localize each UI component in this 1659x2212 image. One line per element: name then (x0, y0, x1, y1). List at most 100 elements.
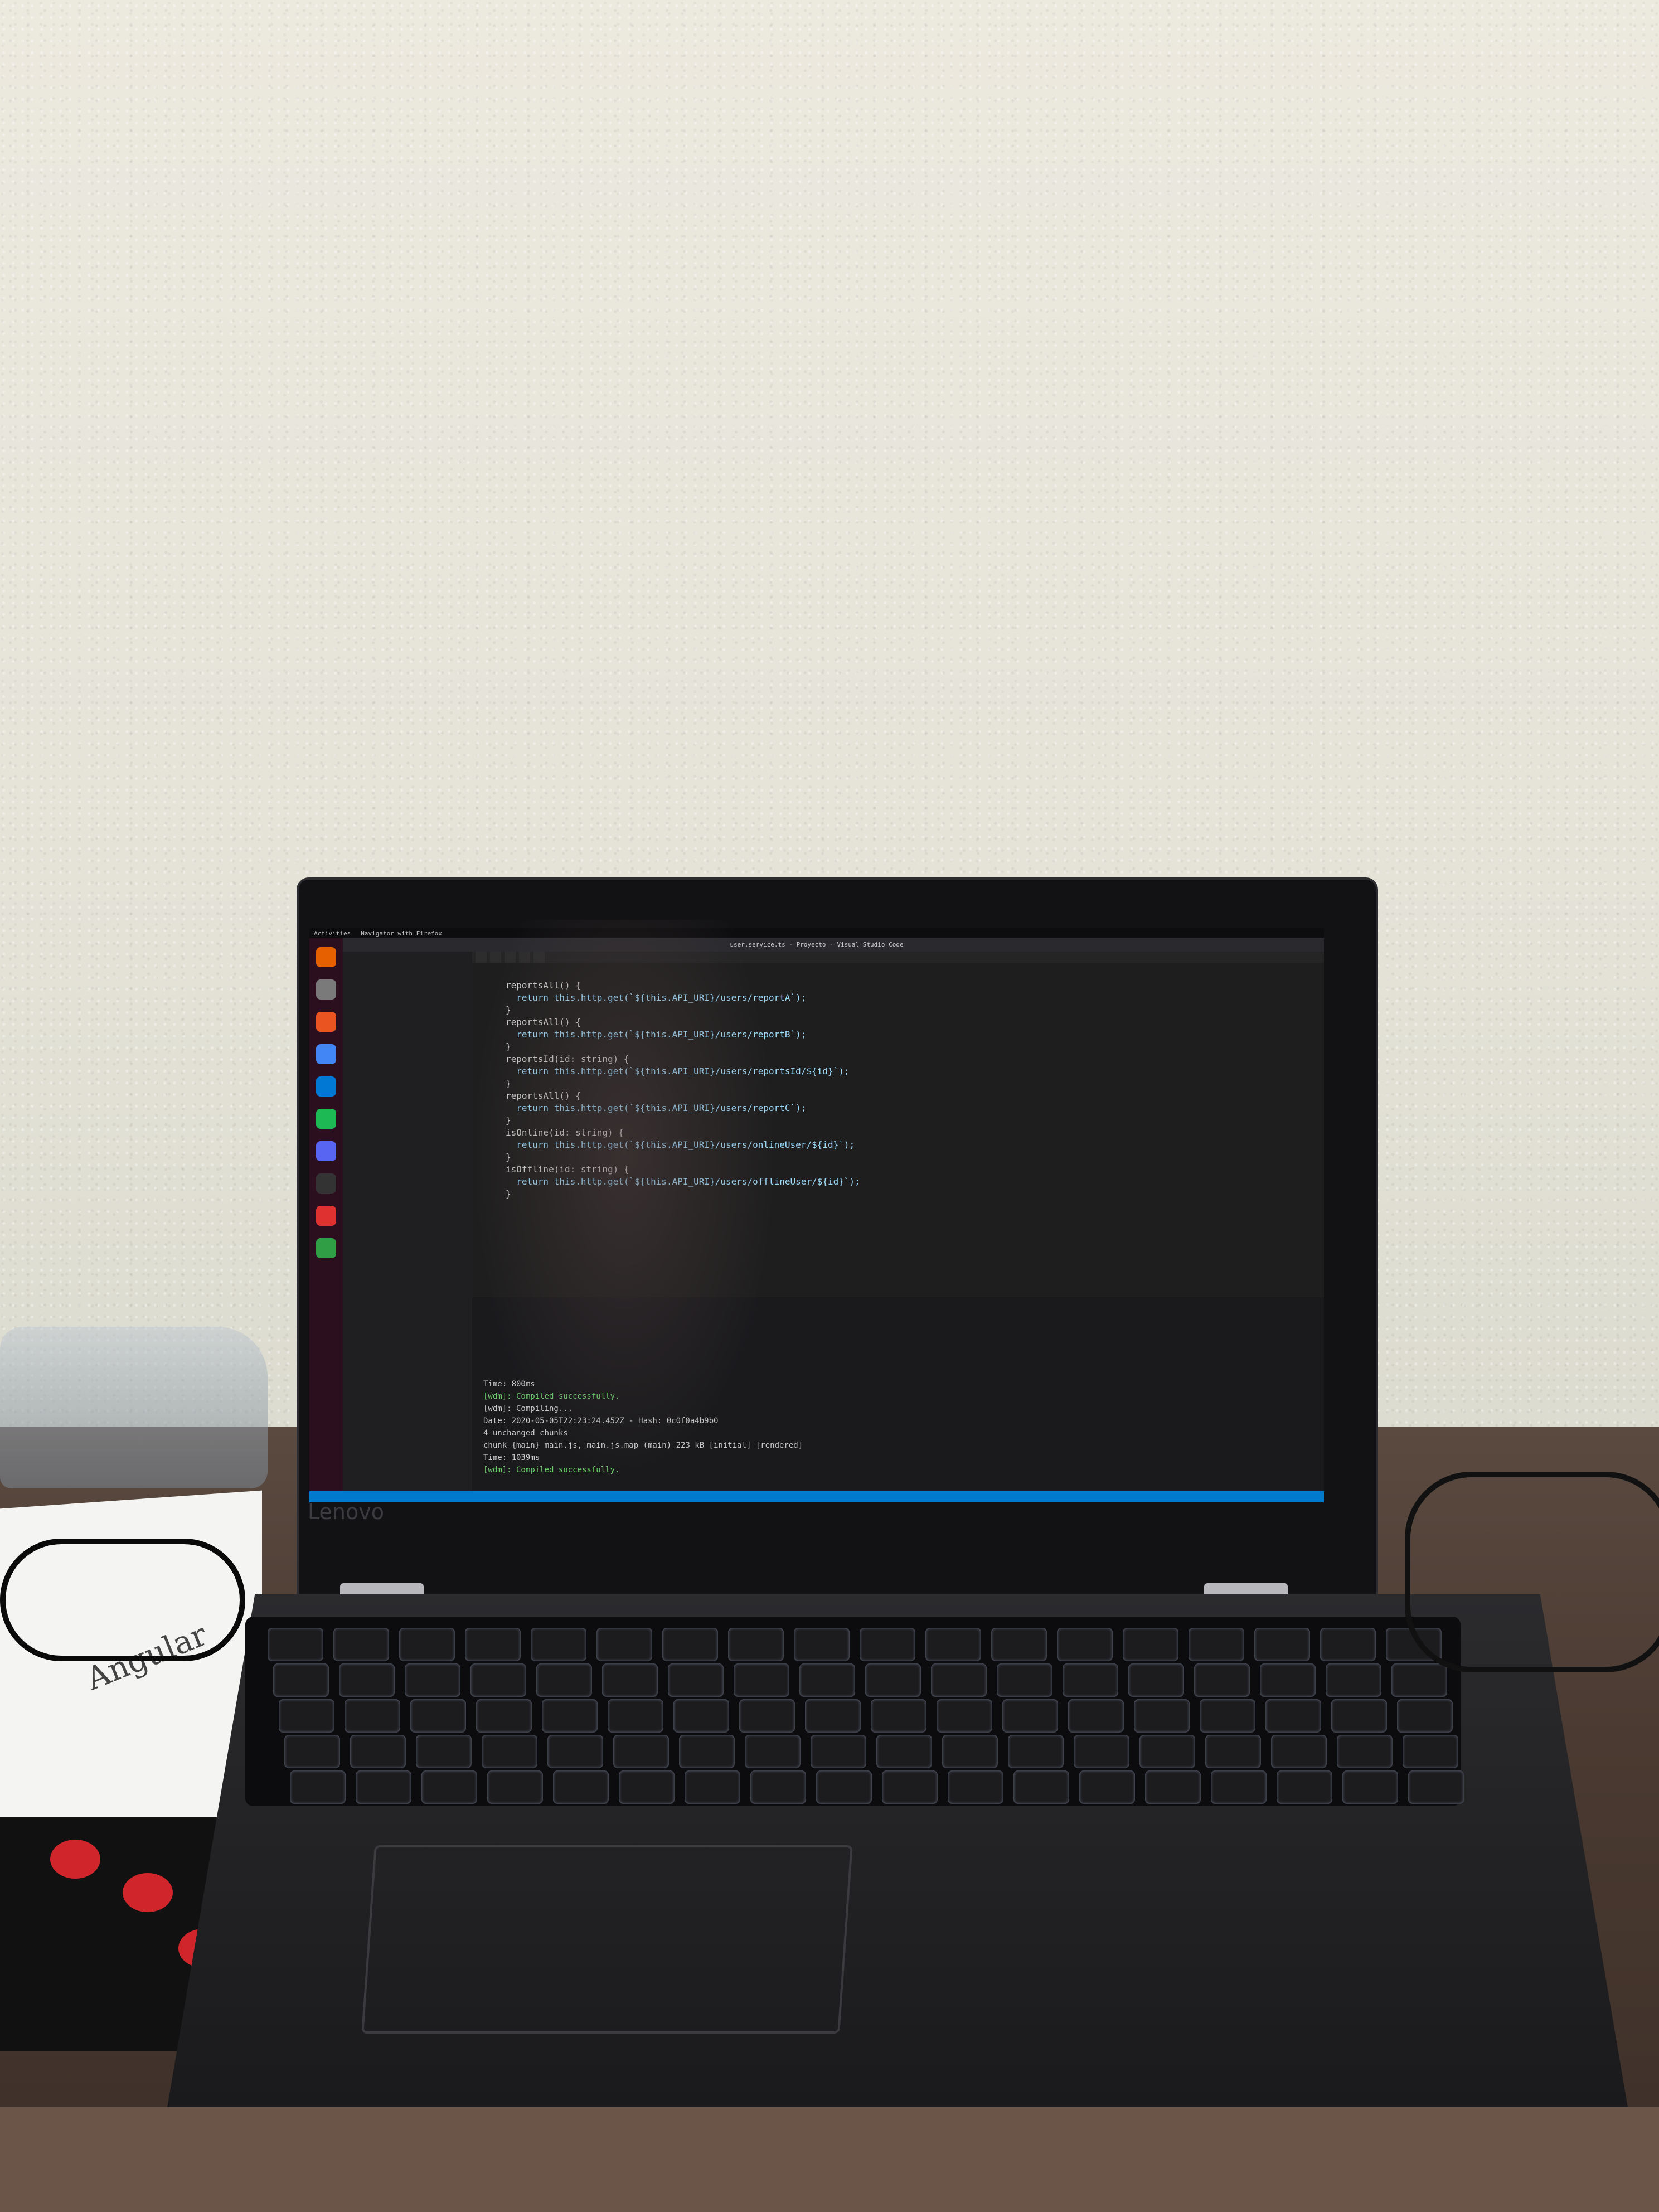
keyboard-key[interactable] (876, 1735, 932, 1768)
keyboard-key[interactable] (476, 1699, 532, 1733)
keyboard-key[interactable] (1139, 1735, 1195, 1768)
keyboard-key[interactable] (811, 1735, 866, 1768)
keyboard-key[interactable] (860, 1628, 915, 1661)
keyboard-key[interactable] (465, 1628, 521, 1661)
keyboard-key[interactable] (399, 1628, 455, 1661)
keyboard-key[interactable] (799, 1663, 855, 1697)
firefox-icon[interactable] (316, 947, 336, 967)
keyboard-key[interactable] (608, 1699, 663, 1733)
keyboard-key[interactable] (728, 1628, 784, 1661)
keyboard-key[interactable] (290, 1770, 346, 1804)
keyboard-key[interactable] (1145, 1770, 1201, 1804)
keyboard-key[interactable] (273, 1663, 329, 1697)
keyboard-key[interactable] (1331, 1699, 1387, 1733)
keyboard-key[interactable] (1342, 1770, 1398, 1804)
keyboard-key[interactable] (679, 1735, 735, 1768)
keyboard-key[interactable] (1200, 1699, 1255, 1733)
keyboard-key[interactable] (816, 1770, 872, 1804)
keyboard-key[interactable] (350, 1735, 406, 1768)
keyboard-key[interactable] (805, 1699, 861, 1733)
keyboard-key[interactable] (1194, 1663, 1250, 1697)
keyboard-key[interactable] (1057, 1628, 1113, 1661)
keyboard-key[interactable] (1128, 1663, 1184, 1697)
keyboard-key[interactable] (339, 1663, 395, 1697)
keyboard-key[interactable] (410, 1699, 466, 1733)
keyboard-key[interactable] (1408, 1770, 1464, 1804)
db-tool-icon[interactable] (316, 1238, 336, 1258)
keyboard-key[interactable] (542, 1699, 598, 1733)
keyboard-key[interactable] (345, 1699, 400, 1733)
keyboard-key[interactable] (794, 1628, 850, 1661)
keyboard-key[interactable] (619, 1770, 675, 1804)
keyboard-key[interactable] (925, 1628, 981, 1661)
software-center-icon[interactable] (316, 1012, 336, 1032)
keyboard-key[interactable] (1211, 1770, 1267, 1804)
keyboard-key[interactable] (602, 1663, 658, 1697)
keyboard-key[interactable] (421, 1770, 477, 1804)
keyboard-key[interactable] (1265, 1699, 1321, 1733)
keyboard-key[interactable] (1002, 1699, 1058, 1733)
keyboard-key[interactable] (333, 1628, 389, 1661)
keyboard-key[interactable] (882, 1770, 938, 1804)
keyboard-key[interactable] (416, 1735, 472, 1768)
keyboard-key[interactable] (1079, 1770, 1135, 1804)
keyboard-key[interactable] (536, 1663, 592, 1697)
terminal-icon[interactable] (316, 1173, 336, 1194)
keyboard-key[interactable] (668, 1663, 724, 1697)
keyboard-key[interactable] (942, 1735, 998, 1768)
files-icon[interactable] (316, 979, 336, 1000)
keyboard-key[interactable] (734, 1663, 789, 1697)
keyboard-key[interactable] (1320, 1628, 1376, 1661)
postman-icon[interactable] (316, 1206, 336, 1226)
keyboard-key[interactable] (356, 1770, 411, 1804)
keyboard-key[interactable] (991, 1628, 1047, 1661)
keyboard-key[interactable] (745, 1735, 801, 1768)
keyboard-key[interactable] (1008, 1735, 1064, 1768)
keyboard[interactable] (245, 1617, 1464, 1806)
keyboard-key[interactable] (1260, 1663, 1316, 1697)
keyboard-key[interactable] (596, 1628, 652, 1661)
keyboard-key[interactable] (1397, 1699, 1453, 1733)
keyboard-key[interactable] (482, 1735, 537, 1768)
chat-icon[interactable] (316, 1141, 336, 1161)
keyboard-key[interactable] (1123, 1628, 1178, 1661)
chrome-icon[interactable] (316, 1044, 336, 1064)
keyboard-key[interactable] (531, 1628, 586, 1661)
keyboard-key[interactable] (865, 1663, 921, 1697)
keyboard-key[interactable] (613, 1735, 669, 1768)
keyboard-key[interactable] (284, 1735, 340, 1768)
keyboard-key[interactable] (1277, 1770, 1332, 1804)
keyboard-key[interactable] (1391, 1663, 1447, 1697)
keyboard-key[interactable] (1337, 1735, 1393, 1768)
keyboard-key[interactable] (470, 1663, 526, 1697)
keyboard-key[interactable] (750, 1770, 806, 1804)
touchpad[interactable] (361, 1845, 853, 2034)
keyboard-key[interactable] (1074, 1735, 1129, 1768)
keyboard-key[interactable] (1068, 1699, 1124, 1733)
activities-label[interactable]: Activities (314, 930, 351, 937)
keyboard-key[interactable] (1013, 1770, 1069, 1804)
keyboard-key[interactable] (1254, 1628, 1310, 1661)
keyboard-key[interactable] (547, 1735, 603, 1768)
keyboard-key[interactable] (1271, 1735, 1327, 1768)
spotify-icon[interactable] (316, 1109, 336, 1129)
keyboard-key[interactable] (553, 1770, 609, 1804)
keyboard-key[interactable] (1134, 1699, 1190, 1733)
keyboard-key[interactable] (405, 1663, 460, 1697)
keyboard-key[interactable] (673, 1699, 729, 1733)
keyboard-key[interactable] (1063, 1663, 1118, 1697)
keyboard-key[interactable] (685, 1770, 740, 1804)
keyboard-key[interactable] (279, 1699, 334, 1733)
keyboard-key[interactable] (948, 1770, 1003, 1804)
keyboard-key[interactable] (268, 1628, 323, 1661)
keyboard-key[interactable] (931, 1663, 987, 1697)
keyboard-key[interactable] (1205, 1735, 1261, 1768)
keyboard-key[interactable] (1189, 1628, 1244, 1661)
keyboard-key[interactable] (1403, 1735, 1458, 1768)
keyboard-key[interactable] (997, 1663, 1052, 1697)
vscode-icon[interactable] (316, 1076, 336, 1097)
keyboard-key[interactable] (937, 1699, 992, 1733)
keyboard-key[interactable] (487, 1770, 543, 1804)
keyboard-key[interactable] (662, 1628, 718, 1661)
keyboard-key[interactable] (871, 1699, 926, 1733)
